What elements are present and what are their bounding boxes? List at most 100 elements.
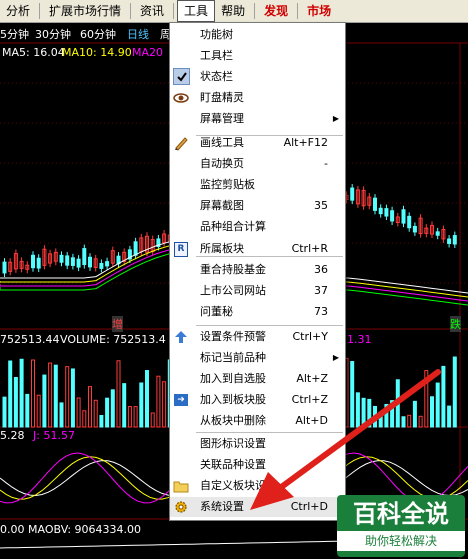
candle-body xyxy=(412,225,417,233)
menu-item-label: 设置条件预警 xyxy=(200,330,266,343)
menu-extended-market[interactable]: 扩展市场行情 xyxy=(43,0,127,22)
volume-bar xyxy=(19,358,24,428)
menu-item-custom-block-settings[interactable]: 自定义板块设置 xyxy=(170,476,345,496)
volume-bar xyxy=(42,374,47,428)
menu-item-function-tree[interactable]: 功能树 xyxy=(170,25,345,45)
menu-item-toolbar[interactable]: 工具栏 xyxy=(170,46,345,66)
volume-bar xyxy=(99,415,104,428)
menu-help[interactable]: 帮助 xyxy=(215,0,251,22)
volume-bar xyxy=(355,392,360,428)
menu-item-related-settings[interactable]: 关联品种设置 xyxy=(170,455,345,475)
volume-bar xyxy=(390,400,395,428)
candle-body xyxy=(88,256,92,268)
candle-body xyxy=(76,258,81,268)
menu-market[interactable]: 市场 xyxy=(301,0,337,22)
menu-item-label: 功能树 xyxy=(200,28,233,41)
volume-bar xyxy=(150,412,155,428)
candle-body xyxy=(2,261,7,274)
menu-item-screen-manage[interactable]: 屏幕管理 ▶ xyxy=(170,109,345,129)
menu-item-drawing-tools[interactable]: 画线工具 Alt+F12 xyxy=(170,133,345,153)
volume-bar xyxy=(452,356,457,428)
ma10-label: MA10: 14.90 xyxy=(62,46,132,59)
period-60min[interactable]: 60分钟 xyxy=(80,26,116,42)
menu-item-shortcut: Ctrl+R xyxy=(291,242,328,255)
volume-bar xyxy=(2,396,7,428)
candle-body xyxy=(401,209,406,224)
kdj-left-value: 5.28 xyxy=(0,429,25,442)
volume-bar xyxy=(36,394,41,428)
submenu-arrow-icon: ▶ xyxy=(332,114,339,123)
volume-left-value: 752513.44 xyxy=(0,333,60,346)
volume-bar xyxy=(13,377,18,428)
menu-item-combo-calc[interactable]: 品种组合计算 xyxy=(170,217,345,237)
kdj-j-label: J: 51.57 xyxy=(33,429,75,442)
menu-item-set-alert[interactable]: 设置条件预警 Ctrl+Y xyxy=(170,327,345,347)
volume-bar xyxy=(401,416,406,428)
volume-bar xyxy=(93,399,98,428)
volume-bar xyxy=(395,379,400,428)
menu-item-screenshot[interactable]: 屏幕截图 35 xyxy=(170,196,345,216)
menu-item-system-settings[interactable]: 系统设置 Ctrl+D xyxy=(170,497,345,517)
menu-tools[interactable]: 工具 xyxy=(177,0,216,22)
menu-item-label: 系统设置 xyxy=(200,500,244,513)
menu-divider xyxy=(297,3,299,19)
menu-item-label: 工具栏 xyxy=(200,49,233,62)
candle-body xyxy=(378,207,383,215)
volume-bar xyxy=(145,370,149,428)
menu-item-label: 所属板块 xyxy=(200,242,244,255)
volume-bar xyxy=(25,393,30,428)
menu-item-label: 加入到自选股 xyxy=(200,372,266,385)
pencil-icon xyxy=(172,134,190,152)
candle-body xyxy=(105,261,110,267)
volume-bar xyxy=(378,411,383,428)
gear-icon xyxy=(172,498,190,516)
menu-discover[interactable]: 发现 xyxy=(258,0,294,22)
volume-bar xyxy=(82,410,87,428)
period-5min[interactable]: 5分钟 xyxy=(0,26,29,42)
menu-item-mark-current[interactable]: 标记当前品种 ▶ xyxy=(170,348,345,368)
menu-item-label: 上市公司网站 xyxy=(200,284,266,297)
menu-item-company-website[interactable]: 上市公司网站 37 xyxy=(170,281,345,301)
add-block-icon: ➜ xyxy=(172,391,190,409)
menu-item-label: 自定义板块设置 xyxy=(200,479,277,492)
volume-right-value: 1.31 xyxy=(347,333,372,346)
menu-item-label: 重合持股基金 xyxy=(200,263,266,276)
watermark-subtitle: 助你轻松解决 xyxy=(337,531,465,551)
menu-item-add-watchlist[interactable]: 加入到自选股 Alt+Z xyxy=(170,369,345,389)
menu-bar: 分析 扩展市场行情 资讯 工具 帮助 发现 市场 xyxy=(0,0,468,23)
candle-body xyxy=(59,254,64,263)
menu-item-sector[interactable]: R 所属板块 Ctrl+R xyxy=(170,239,345,259)
menu-item-chart-marker-settings[interactable]: 图形标识设置 xyxy=(170,434,345,454)
period-daily[interactable]: 日线 xyxy=(127,26,149,42)
menu-item-remove-block[interactable]: 从板块中删除 Alt+D xyxy=(170,411,345,431)
menu-item-label: 标记当前品种 xyxy=(200,351,266,364)
menu-item-shortcut: 37 xyxy=(314,284,328,297)
menu-item-label: 监控剪贴板 xyxy=(200,178,255,191)
menu-news[interactable]: 资讯 xyxy=(134,0,170,22)
menu-analysis[interactable]: 分析 xyxy=(0,0,36,22)
volume-bar xyxy=(361,397,366,428)
watermark-title: 百科全说 xyxy=(353,500,449,528)
menu-item-ask-secretary[interactable]: 问董秘 73 xyxy=(170,302,345,322)
volume-bar xyxy=(407,414,412,428)
volume-bar xyxy=(88,386,92,428)
menu-item-label: 屏幕截图 xyxy=(200,199,244,212)
menu-item-label: 品种组合计算 xyxy=(200,220,266,233)
volume-bar xyxy=(139,382,144,428)
volume-bar xyxy=(412,400,417,428)
volume-bar xyxy=(70,368,75,428)
period-30min[interactable]: 30分钟 xyxy=(35,26,71,42)
menu-item-overlap-funds[interactable]: 重合持股基金 36 xyxy=(170,260,345,280)
menu-item-watch-wizard[interactable]: 盯盘精灵 xyxy=(170,88,345,108)
volume-bar xyxy=(76,397,81,428)
menu-divider xyxy=(39,3,41,19)
menu-item-shortcut: Ctrl+D xyxy=(290,500,328,513)
volume-bar xyxy=(133,406,138,428)
tools-dropdown-menu: 功能树 工具栏 状态栏 盯盘精灵 屏幕管理 ▶ 画线工具 Alt+F12 自动换… xyxy=(169,22,346,521)
menu-item-status-bar[interactable]: 状态栏 xyxy=(170,67,345,87)
menu-item-add-block[interactable]: ➜ 加入到板块股 Ctrl+Z xyxy=(170,390,345,410)
menu-item-monitor-clipboard[interactable]: 监控剪贴板 xyxy=(170,175,345,195)
candle-body xyxy=(70,257,75,266)
menu-item-auto-page[interactable]: 自动换页 - xyxy=(170,154,345,174)
candle-body xyxy=(133,241,138,256)
